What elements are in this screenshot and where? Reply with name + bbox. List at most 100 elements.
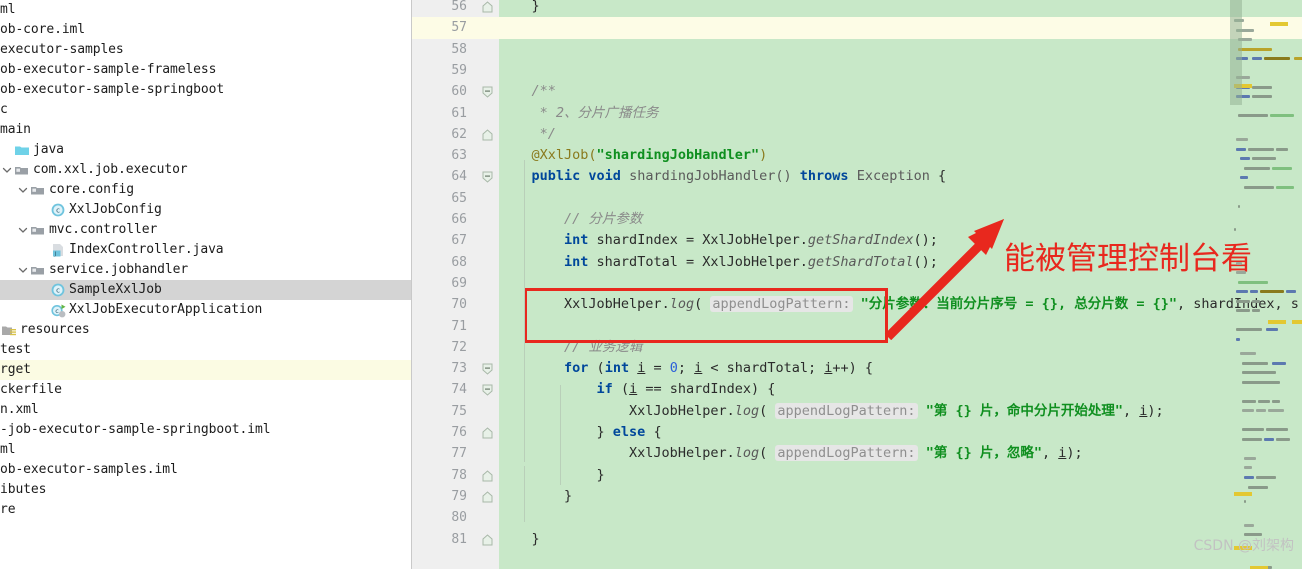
ide-window: ml ob-core.iml executor-samples ob-executor…: [0, 0, 1302, 569]
code-token: log: [669, 296, 695, 313]
tree-item-samplexxljob[interactable]: c SampleXxlJob: [0, 280, 411, 300]
fold-collapse-icon[interactable]: [482, 171, 495, 184]
project-tree-panel[interactable]: ml ob-core.iml executor-samples ob-executor…: [0, 0, 412, 569]
line-number: 65: [451, 190, 467, 206]
code-text-area[interactable]: } /** * 2、分片广播任务 */ @XxlJob("shardingJob…: [499, 0, 1302, 569]
minimap-line: [1252, 157, 1276, 161]
tree-item-core-config[interactable]: core.config: [0, 180, 411, 200]
minimap-line: [1242, 428, 1264, 432]
minimap-warning-marker[interactable]: [1234, 492, 1252, 496]
tree-row[interactable]: rget: [0, 360, 411, 380]
minimap-viewport-thumb[interactable]: [1230, 0, 1242, 105]
fold-collapse-icon[interactable]: [482, 363, 495, 376]
tree-row[interactable]: ml: [0, 0, 411, 20]
tree-row[interactable]: main: [0, 120, 411, 140]
minimap-line: [1242, 437, 1262, 441]
minimap-warning-marker[interactable]: [1268, 320, 1286, 324]
line-number: 78: [451, 467, 467, 483]
minimap-warning-marker[interactable]: [1292, 320, 1302, 324]
minimap-line: [1244, 499, 1246, 503]
tree-row[interactable]: c: [0, 100, 411, 120]
code-line[interactable]: */: [499, 124, 556, 145]
chevron-down-icon[interactable]: [0, 160, 13, 180]
code-token: public void: [531, 168, 630, 185]
line-number: 73: [451, 361, 467, 377]
code-line[interactable]: XxlJobHelper.log( appendLogPattern: "分片参…: [499, 294, 1299, 315]
package-icon: [29, 260, 46, 280]
tree-item-mvc-controller[interactable]: mvc.controller: [0, 220, 411, 240]
red-annotation-text: 能被管理控制台看: [1004, 241, 1252, 277]
tree-row[interactable]: ibutes: [0, 480, 411, 500]
tree-row[interactable]: -job-executor-sample-springboot.iml: [0, 420, 411, 440]
tree-row[interactable]: re: [0, 500, 411, 520]
svg-text:J: J: [53, 252, 56, 258]
code-line[interactable]: @XxlJob("shardingJobHandler"): [499, 145, 768, 166]
code-token: // 业务逻辑: [564, 338, 643, 355]
tree-item-resources[interactable]: resources: [0, 320, 411, 340]
indent-guide: [560, 449, 561, 463]
chevron-down-icon[interactable]: [16, 220, 29, 240]
code-line[interactable]: }: [499, 465, 605, 486]
line-number: 81: [451, 531, 467, 547]
code-line[interactable]: }: [499, 529, 540, 550]
minimap-warning-marker[interactable]: [1270, 22, 1288, 26]
tree-item-com-xxl-job-executor[interactable]: com.xxl.job.executor: [0, 160, 411, 180]
indent-guide: [524, 466, 525, 522]
code-token: {: [645, 424, 662, 440]
minimap-line: [1242, 371, 1276, 375]
tree-row[interactable]: ml: [0, 440, 411, 460]
tree-item-service-jobhandler[interactable]: service.jobhandler: [0, 260, 411, 280]
tree-item-indexcontroller-java[interactable]: J IndexController.java: [0, 240, 411, 260]
code-line[interactable]: XxlJobHelper.log( appendLogPattern: "第 {…: [499, 401, 1164, 422]
minimap-line: [1276, 437, 1290, 441]
code-line[interactable]: /**: [499, 81, 556, 102]
fold-end-icon[interactable]: [482, 427, 495, 440]
tree-row[interactable]: ob-executor-sample-frameless: [0, 60, 411, 80]
tree-row[interactable]: ob-executor-sample-springboot: [0, 80, 411, 100]
minimap-line: [1236, 309, 1250, 313]
minimap-line: [1276, 147, 1288, 151]
code-line[interactable]: int shardIndex = XxlJobHelper.getShardIn…: [499, 230, 938, 251]
line-number: 69: [451, 275, 467, 291]
tree-item-label: test: [0, 342, 31, 357]
fold-end-icon[interactable]: [482, 1, 495, 14]
code-line[interactable]: }: [499, 486, 572, 507]
tree-row[interactable]: ob-executor-samples.iml: [0, 460, 411, 480]
code-line[interactable]: * 2、分片广播任务: [499, 103, 659, 124]
editor-minimap[interactable]: [1230, 0, 1302, 569]
tree-row[interactable]: test: [0, 340, 411, 360]
minimap-line: [1234, 228, 1236, 232]
code-line[interactable]: public void shardingJobHandler() throws …: [499, 166, 947, 187]
code-line[interactable]: int shardTotal = XxlJobHelper.getShardTo…: [499, 252, 938, 273]
fold-end-icon[interactable]: [482, 129, 495, 142]
minimap-line: [1236, 138, 1248, 142]
tree-row[interactable]: ckerfile: [0, 380, 411, 400]
code-line[interactable]: if (i == shardIndex) {: [499, 379, 776, 400]
tree-row[interactable]: n.xml: [0, 400, 411, 420]
fold-collapse-icon[interactable]: [482, 384, 495, 397]
code-editor[interactable]: } /** * 2、分片广播任务 */ @XxlJob("shardingJob…: [412, 0, 1302, 569]
tree-row[interactable]: ob-core.iml: [0, 20, 411, 40]
tree-item-java[interactable]: java: [0, 140, 411, 160]
fold-end-icon[interactable]: [482, 533, 495, 547]
spring-class-icon: c: [49, 300, 66, 320]
code-line[interactable]: }: [499, 0, 540, 17]
fold-end-icon[interactable]: [482, 491, 495, 504]
code-line[interactable]: XxlJobHelper.log( appendLogPattern: "第 {…: [499, 443, 1083, 464]
code-line[interactable]: // 业务逻辑: [499, 337, 642, 358]
fold-collapse-icon[interactable]: [482, 86, 495, 99]
tree-item-label: re: [0, 502, 16, 517]
code-line[interactable]: for (int i = 0; i < shardTotal; i++) {: [499, 358, 873, 379]
tree-row[interactable]: executor-samples: [0, 40, 411, 60]
chevron-down-icon[interactable]: [16, 180, 29, 200]
tree-item-xxljobexecutorapplication[interactable]: c XxlJobExecutorApplication: [0, 300, 411, 320]
code-token: /**: [531, 83, 556, 100]
fold-end-icon[interactable]: [482, 469, 495, 483]
chevron-down-icon[interactable]: [16, 260, 29, 280]
code-token: else: [612, 424, 646, 440]
code-line[interactable]: // 分片参数: [499, 209, 642, 230]
tree-item-xxljobconfig[interactable]: c XxlJobConfig: [0, 200, 411, 220]
